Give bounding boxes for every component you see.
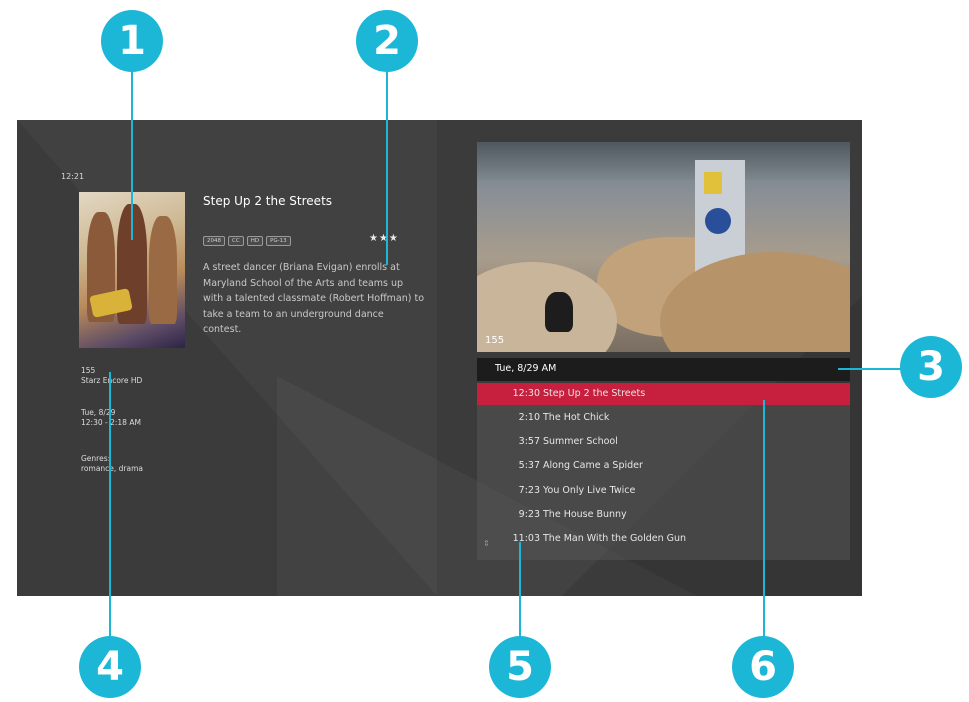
tag-badge: CC	[228, 236, 244, 246]
schedule-date: Tue, 8/29 AM	[495, 363, 557, 374]
poster-figure	[149, 216, 177, 324]
star-rating-icon: ★★★	[369, 233, 399, 244]
clock: 12:21	[61, 172, 85, 181]
callout-4: 4	[79, 636, 141, 698]
video-scene	[705, 208, 731, 234]
leader-5	[519, 542, 521, 638]
video-channel-number: 155	[485, 335, 505, 346]
callout-5: 5	[489, 636, 551, 698]
schedule-row[interactable]: 7:23 You Only Live Twice	[477, 480, 850, 502]
channel-name: Starz Encore HD	[81, 376, 143, 385]
schedule-row[interactable]: 9:23 The House Bunny	[477, 504, 850, 526]
schedule-time: 9:23	[518, 509, 540, 520]
schedule-time: 11:03	[512, 533, 540, 544]
up-down-arrows-icon[interactable]: ⇕	[483, 539, 490, 548]
schedule-row-selected[interactable]: 12:30 Step Up 2 the Streets	[477, 383, 850, 405]
video-scene	[477, 142, 850, 180]
callout-6: 6	[732, 636, 794, 698]
video-scene	[704, 172, 722, 194]
tag-badge: 2048	[203, 236, 225, 246]
schedule-title: Step Up 2 the Streets	[543, 388, 646, 399]
leader-2	[386, 60, 388, 265]
tv-guide-screen: 12:21 Step Up 2 the Streets 2048 CC HD P…	[17, 120, 862, 596]
genres-label: Genres:	[81, 454, 111, 463]
schedule-title: The Man With the Golden Gun	[543, 533, 687, 544]
video-scene	[545, 292, 573, 332]
program-title: Step Up 2 the Streets	[203, 194, 333, 208]
live-video-preview[interactable]: 155	[477, 142, 850, 352]
schedule-title: Along Came a Spider	[543, 460, 643, 471]
leader-3	[838, 368, 902, 370]
channel-number: 155	[81, 366, 96, 375]
schedule-time: 2:10	[518, 412, 540, 423]
genres-value: romance, drama	[81, 464, 144, 473]
schedule-time: 12:30	[512, 388, 540, 399]
leader-1	[131, 60, 133, 240]
schedule-title: Summer School	[543, 436, 618, 447]
schedule-row[interactable]: 2:10 The Hot Chick	[477, 407, 850, 429]
leader-4	[109, 372, 111, 638]
schedule-row[interactable]: 5:37 Along Came a Spider	[477, 455, 850, 477]
channel-info: 155 Starz Encore HD	[81, 366, 142, 386]
schedule-title: The Hot Chick	[543, 412, 610, 423]
schedule-list: 12:30 Step Up 2 the Streets 2:10 The Hot…	[477, 383, 850, 560]
schedule-header: Tue, 8/29 AM	[477, 358, 850, 381]
tag-badge: HD	[246, 236, 264, 246]
schedule-time: 7:23	[518, 485, 540, 496]
callout-2: 2	[356, 10, 418, 72]
callout-3: 3	[900, 336, 962, 398]
tag-badge: PG-13	[266, 236, 291, 246]
program-tags: 2048 CC HD PG-13	[203, 236, 291, 246]
schedule-row[interactable]: 11:03 The Man With the Golden Gun	[477, 528, 850, 550]
schedule-time: 3:57	[518, 436, 540, 447]
schedule-title: You Only Live Twice	[543, 485, 636, 496]
genre-info: Genres: romance, drama	[81, 454, 143, 474]
schedule-title: The House Bunny	[543, 509, 627, 520]
leader-6	[763, 400, 765, 638]
schedule-row[interactable]: 3:57 Summer School	[477, 431, 850, 453]
program-description: A street dancer (Briana Evigan) enrolls …	[203, 262, 425, 335]
callout-1: 1	[101, 10, 163, 72]
schedule-time: 5:37	[518, 460, 540, 471]
